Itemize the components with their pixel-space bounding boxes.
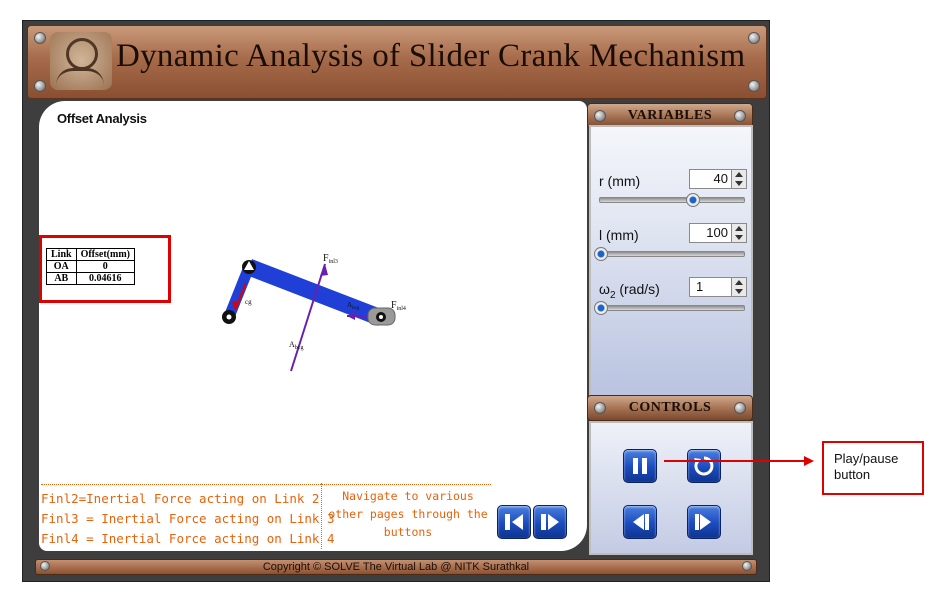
annotation-callout: Play/pause button: [822, 441, 924, 495]
annotation-text: Play/pause button: [834, 451, 899, 482]
annotation-arrow: [664, 456, 814, 466]
